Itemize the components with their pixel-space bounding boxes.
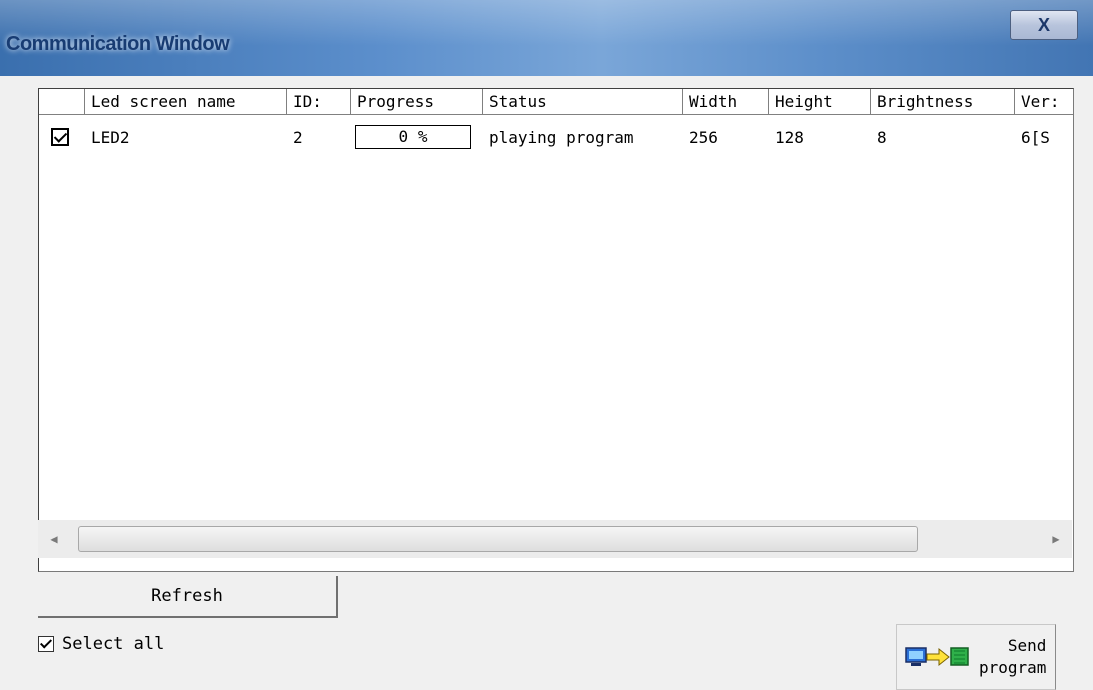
window-content: Led screen name ID: Progress Status Widt… bbox=[0, 76, 1093, 690]
communication-window: Communication Window X Led screen name I… bbox=[0, 0, 1093, 690]
refresh-button[interactable]: Refresh bbox=[38, 576, 338, 618]
header-width[interactable]: Width bbox=[683, 89, 769, 115]
send-program-label: Send program bbox=[979, 636, 1047, 677]
header-id[interactable]: ID: bbox=[287, 89, 351, 115]
close-button[interactable]: X bbox=[1010, 10, 1078, 40]
scroll-left-icon[interactable]: ◀ bbox=[42, 520, 66, 558]
cell-version: 6[S bbox=[1021, 127, 1050, 147]
send-program-icon bbox=[905, 645, 969, 669]
scrollbar-thumb[interactable] bbox=[78, 526, 918, 552]
row-checkbox[interactable] bbox=[51, 128, 69, 146]
header-brightness[interactable]: Brightness bbox=[871, 89, 1015, 115]
window-title: Communication Window bbox=[6, 33, 230, 55]
title-bar[interactable]: Communication Window X bbox=[0, 0, 1093, 76]
send-program-button[interactable]: Send program bbox=[896, 624, 1056, 690]
select-all-check-icon[interactable] bbox=[38, 636, 54, 652]
cell-progress: 0 % bbox=[351, 125, 483, 149]
cell-status: playing program bbox=[489, 127, 634, 147]
scroll-right-icon[interactable]: ▶ bbox=[1044, 520, 1068, 558]
row-checkbox-cell bbox=[39, 128, 85, 146]
cell-led-screen-name: LED2 bbox=[91, 127, 130, 147]
close-icon: X bbox=[1037, 14, 1050, 35]
select-all-checkbox[interactable]: Select all bbox=[38, 634, 164, 654]
header-version[interactable]: Ver: bbox=[1015, 89, 1073, 115]
header-checkbox-column[interactable] bbox=[39, 89, 85, 115]
cell-id: 2 bbox=[293, 127, 303, 147]
cell-height: 128 bbox=[775, 127, 804, 147]
cell-width: 256 bbox=[689, 127, 718, 147]
select-all-label: Select all bbox=[62, 634, 165, 654]
cell-brightness: 8 bbox=[877, 127, 887, 147]
header-status[interactable]: Status bbox=[483, 89, 683, 115]
progress-indicator: 0 % bbox=[355, 125, 471, 149]
header-height[interactable]: Height bbox=[769, 89, 871, 115]
header-progress[interactable]: Progress bbox=[351, 89, 483, 115]
header-led-screen-name[interactable]: Led screen name bbox=[85, 89, 287, 115]
table-row[interactable]: LED2 2 0 % playing program 256 128 8 6[S bbox=[39, 121, 1073, 153]
list-header: Led screen name ID: Progress Status Widt… bbox=[39, 89, 1073, 117]
horizontal-scrollbar[interactable]: ◀ ▶ bbox=[38, 520, 1072, 558]
led-screen-list[interactable]: Led screen name ID: Progress Status Widt… bbox=[38, 88, 1074, 572]
